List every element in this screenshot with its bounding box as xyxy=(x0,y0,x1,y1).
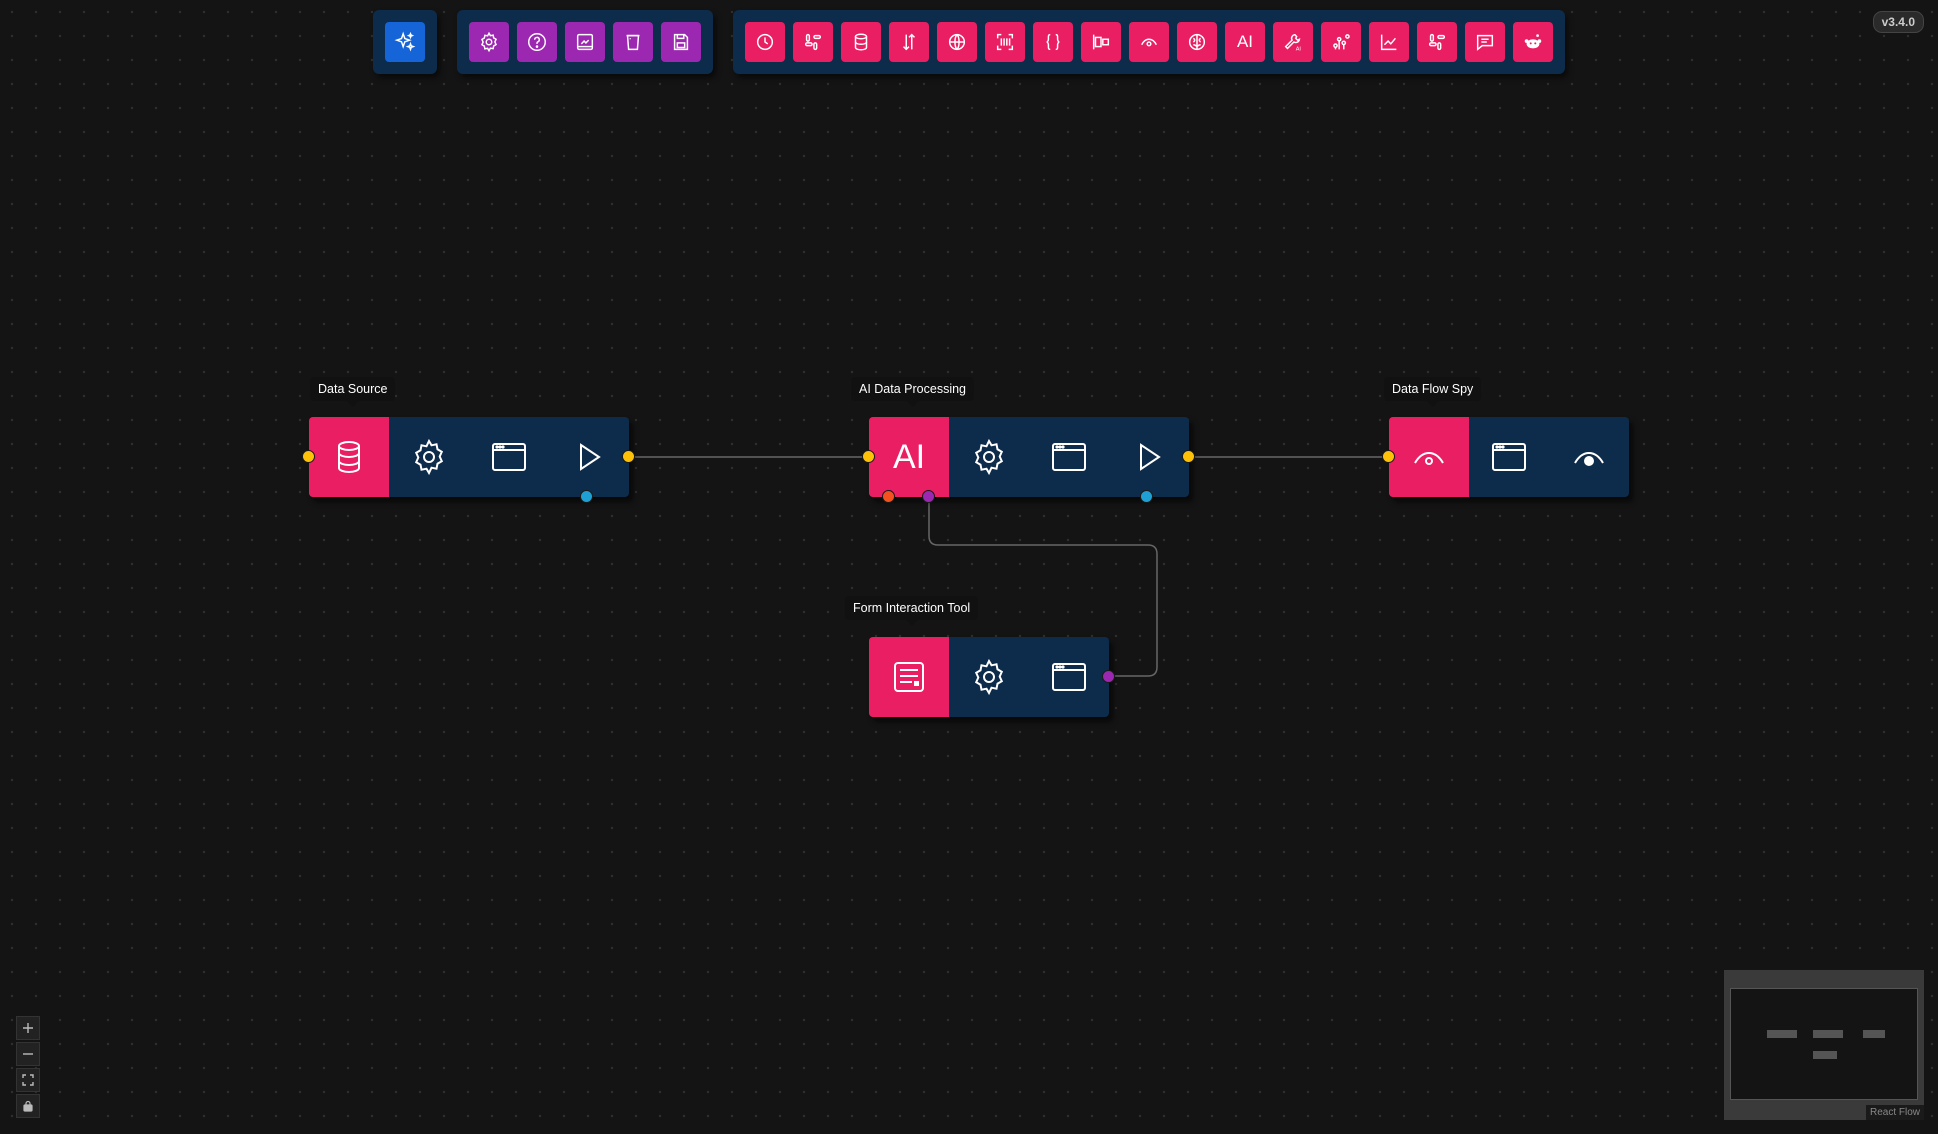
window-icon[interactable] xyxy=(1029,637,1109,717)
edges-layer xyxy=(629,456,1389,677)
nodes-toolbar: AI AI xyxy=(733,10,1565,74)
reddit-icon[interactable] xyxy=(1513,22,1553,62)
zoom-out-icon[interactable] xyxy=(16,1042,40,1066)
database-icon[interactable] xyxy=(309,417,389,497)
minimap-node xyxy=(1863,1030,1885,1038)
handle-ai-bottom-blue[interactable] xyxy=(1140,490,1153,503)
node-data-source[interactable] xyxy=(309,417,629,497)
eye-icon[interactable] xyxy=(1129,22,1169,62)
minimap-node xyxy=(1813,1051,1837,1059)
play-icon[interactable] xyxy=(1109,417,1189,497)
handle-ai-input[interactable] xyxy=(862,450,875,463)
main-toolbar xyxy=(373,10,437,74)
wrench-ai-icon[interactable]: AI xyxy=(1273,22,1313,62)
node-ai-processing[interactable]: AI xyxy=(869,417,1189,497)
handle-ai-output[interactable] xyxy=(1182,450,1195,463)
help-icon[interactable] xyxy=(517,22,557,62)
flow-controls xyxy=(16,1016,40,1118)
handle-spy-input[interactable] xyxy=(1382,450,1395,463)
save-icon[interactable] xyxy=(661,22,701,62)
minimap-node xyxy=(1813,1030,1843,1038)
line-chart-icon[interactable] xyxy=(1369,22,1409,62)
window-icon[interactable] xyxy=(1029,417,1109,497)
handle-data-source-input[interactable] xyxy=(302,450,315,463)
settings-toolbar xyxy=(457,10,713,74)
handle-ai-bottom-red[interactable] xyxy=(882,490,895,503)
node-label-data-source: Data Source xyxy=(310,377,396,407)
minimap-node xyxy=(1767,1030,1797,1038)
align-icon[interactable] xyxy=(1081,22,1121,62)
import-icon[interactable] xyxy=(565,22,605,62)
node-data-flow-spy[interactable] xyxy=(1389,417,1629,497)
slack-icon-2[interactable] xyxy=(1417,22,1457,62)
clock-icon[interactable] xyxy=(745,22,785,62)
sort-icon[interactable] xyxy=(889,22,929,62)
gear-icon[interactable] xyxy=(469,22,509,62)
node-label-data-flow-spy: Data Flow Spy xyxy=(1384,377,1482,407)
window-icon[interactable] xyxy=(1469,417,1549,497)
play-icon[interactable] xyxy=(549,417,629,497)
handle-data-source-output[interactable] xyxy=(622,450,635,463)
lock-icon[interactable] xyxy=(16,1094,40,1118)
scatter-icon[interactable] xyxy=(1321,22,1361,62)
node-label-form-tool: Form Interaction Tool xyxy=(845,596,979,626)
window-icon[interactable] xyxy=(469,417,549,497)
slack-icon[interactable] xyxy=(793,22,833,62)
node-label-ai-processing: AI Data Processing xyxy=(851,377,974,407)
ai-icon[interactable]: AI xyxy=(1225,22,1265,62)
svg-text:AI: AI xyxy=(1296,46,1302,52)
minimap[interactable]: React Flow xyxy=(1724,970,1924,1120)
chat-icon[interactable] xyxy=(1465,22,1505,62)
handle-data-source-bottom[interactable] xyxy=(580,490,593,503)
node-form-tool[interactable] xyxy=(869,637,1109,717)
eye-filled-icon[interactable] xyxy=(1549,417,1629,497)
ai-badge[interactable]: AI xyxy=(869,417,949,497)
minimap-viewport[interactable] xyxy=(1730,988,1918,1100)
handle-ai-bottom-purple[interactable] xyxy=(922,490,935,503)
brain-icon[interactable] xyxy=(1177,22,1217,62)
form-icon[interactable] xyxy=(869,637,949,717)
braces-icon[interactable] xyxy=(1033,22,1073,62)
database-icon[interactable] xyxy=(841,22,881,62)
eye-icon[interactable] xyxy=(1389,417,1469,497)
zoom-in-icon[interactable] xyxy=(16,1016,40,1040)
scanner-icon[interactable] xyxy=(985,22,1025,62)
gear-icon[interactable] xyxy=(949,417,1029,497)
sparkle-icon[interactable] xyxy=(385,22,425,62)
attribution-link[interactable]: React Flow xyxy=(1865,1105,1924,1120)
handle-form-output[interactable] xyxy=(1102,670,1115,683)
gear-icon[interactable] xyxy=(949,637,1029,717)
globe-icon[interactable] xyxy=(937,22,977,62)
trash-icon[interactable] xyxy=(613,22,653,62)
version-badge: v3.4.0 xyxy=(1872,11,1924,33)
fit-view-icon[interactable] xyxy=(16,1068,40,1092)
gear-icon[interactable] xyxy=(389,417,469,497)
